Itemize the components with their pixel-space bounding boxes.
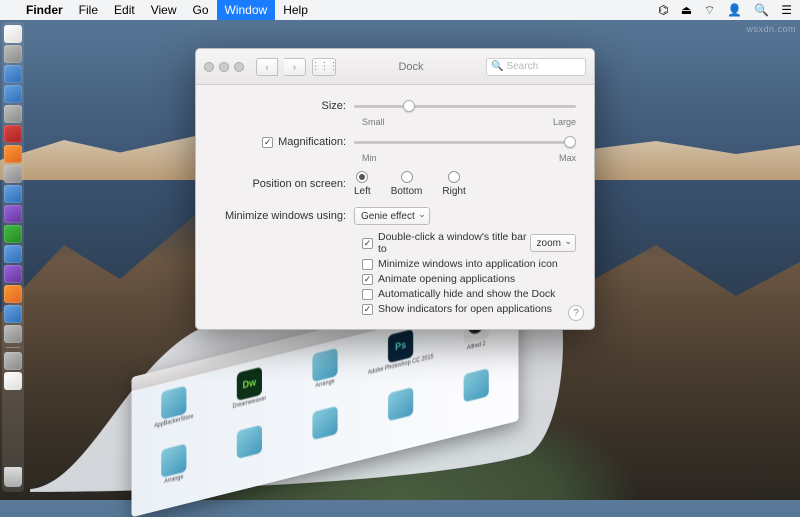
autohide-checkbox[interactable] [362, 289, 373, 300]
position-bottom[interactable]: Bottom [391, 171, 423, 197]
genie-app-icon [161, 444, 186, 478]
magnification-label: Magnification: [278, 136, 346, 148]
search-placeholder: Search [506, 61, 538, 72]
dblclick-label: Double-click a window's title bar to [378, 231, 527, 255]
min-into-icon-checkbox[interactable] [362, 259, 373, 270]
dock-facetime[interactable] [4, 245, 22, 263]
dock-appstore[interactable] [4, 305, 22, 323]
dock-itunes[interactable] [4, 265, 22, 283]
dock-maps[interactable] [4, 185, 22, 203]
min-into-icon-label: Minimize windows into application icon [378, 258, 558, 270]
size-label: Size: [214, 100, 354, 112]
dock-photos[interactable] [4, 205, 22, 223]
dock-sysprefs[interactable] [4, 325, 22, 343]
minimize-select[interactable]: Genie effect [354, 207, 430, 225]
dock-mail[interactable] [4, 85, 22, 103]
dock-launchpad[interactable] [4, 45, 22, 63]
dock-reminders[interactable] [4, 165, 22, 183]
prefs-toolbar: ‹ › ⋮⋮⋮ Dock 🔍 Search [196, 49, 594, 85]
position-right[interactable]: Right [442, 171, 465, 197]
dock-folder[interactable] [4, 352, 22, 370]
dock-contacts[interactable] [4, 105, 22, 123]
genie-app-icon [464, 368, 489, 402]
position-left[interactable]: Left [354, 171, 371, 197]
spotlight-icon[interactable]: 🔍 [754, 3, 769, 17]
genie-app-icon [312, 406, 337, 440]
wifi-icon[interactable]: ⌔ [704, 3, 715, 18]
genie-app-icon: Ps [388, 329, 413, 363]
size-slider[interactable] [354, 99, 576, 113]
dblclick-checkbox[interactable] [362, 238, 373, 249]
menu-edit[interactable]: Edit [106, 0, 143, 20]
genie-app-icon: Dw [237, 367, 262, 401]
size-min-label: Small [362, 117, 385, 127]
watermark: wsxdn.com [746, 24, 796, 34]
indicators-label: Show indicators for open applications [378, 303, 552, 315]
traffic-minimize[interactable] [219, 62, 229, 72]
dock-finder[interactable] [4, 25, 22, 43]
back-button[interactable]: ‹ [256, 58, 278, 76]
dock-ibooks[interactable] [4, 285, 22, 303]
menu-view[interactable]: View [143, 0, 185, 20]
notification-center-icon[interactable]: ☰ [781, 3, 792, 17]
position-label: Position on screen: [214, 178, 354, 190]
traffic-zoom[interactable] [234, 62, 244, 72]
app-menu[interactable]: Finder [18, 0, 71, 20]
dock-safari[interactable] [4, 65, 22, 83]
genie-app-icon [161, 386, 186, 420]
dock-calendar[interactable] [4, 125, 22, 143]
forward-button[interactable]: › [284, 58, 306, 76]
search-field[interactable]: 🔍 Search [486, 58, 586, 76]
menu-go[interactable]: Go [185, 0, 217, 20]
show-all-button[interactable]: ⋮⋮⋮ [312, 58, 336, 76]
genie-app-icon [237, 425, 262, 459]
user-icon[interactable]: 👤 [727, 3, 742, 17]
prefs-window: ‹ › ⋮⋮⋮ Dock 🔍 Search Size: Small Large … [195, 48, 595, 330]
size-max-label: Large [553, 117, 576, 127]
help-button[interactable]: ? [568, 305, 584, 321]
dock-notes[interactable] [4, 145, 22, 163]
dblclick-select[interactable]: zoom [530, 234, 576, 252]
traffic-close[interactable] [204, 62, 214, 72]
dock-trash[interactable] [4, 467, 22, 487]
animate-checkbox[interactable] [362, 274, 373, 285]
dock-separator [6, 347, 20, 348]
magnification-checkbox[interactable] [262, 137, 273, 148]
indicators-checkbox[interactable] [362, 304, 373, 315]
eject-icon[interactable]: ⏏ [681, 3, 692, 17]
menu-window[interactable]: Window [217, 0, 276, 20]
autohide-label: Automatically hide and show the Dock [378, 288, 555, 300]
magnification-slider[interactable] [354, 135, 576, 149]
search-icon: 🔍 [491, 61, 503, 72]
mag-min-label: Min [362, 153, 377, 163]
menu-file[interactable]: File [71, 0, 106, 20]
window-title: Dock [342, 61, 480, 73]
minimize-label: Minimize windows using: [214, 210, 354, 222]
menu-bar: Finder File Edit View Go Window Help ⌬ ⏏… [0, 0, 800, 20]
mag-max-label: Max [559, 153, 576, 163]
genie-app-icon [312, 348, 337, 382]
dock-messages[interactable] [4, 225, 22, 243]
animate-label: Animate opening applications [378, 273, 515, 285]
dropbox-icon[interactable]: ⌬ [658, 3, 668, 17]
dock-doc[interactable] [4, 372, 22, 390]
genie-app-icon [388, 387, 413, 421]
menu-help[interactable]: Help [275, 0, 316, 20]
dock [2, 22, 24, 492]
